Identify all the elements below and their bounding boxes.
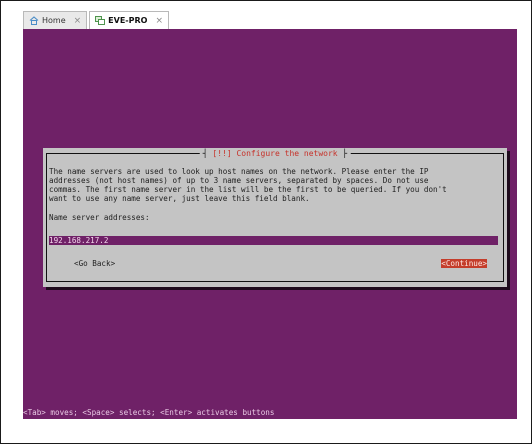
dialog-title-wrap: ┤ [!!] Configure the network ├ — [199, 148, 351, 159]
tab-eve-pro-label: EVE-PRO — [108, 16, 148, 25]
tab-home-label: Home — [42, 16, 66, 25]
viewer-frame: Home × EVE-PRO × ┤ [!!] Configure the ne… — [0, 0, 532, 444]
tab-bar: Home × EVE-PRO × — [23, 9, 517, 29]
help-line: <Tab> moves; <Space> selects; <Enter> ac… — [23, 408, 275, 417]
tab-home[interactable]: Home × — [23, 11, 88, 29]
close-icon[interactable]: × — [155, 16, 163, 26]
dialog-title: [!!] Configure the network — [212, 149, 338, 158]
house-icon — [29, 16, 39, 25]
continue-button[interactable]: <Continue> — [441, 259, 487, 268]
name-server-input[interactable]: 192.168.217.2 — [49, 236, 498, 245]
go-back-button[interactable]: <Go Back> — [74, 259, 115, 268]
close-icon[interactable]: × — [74, 16, 82, 26]
vm-icon — [95, 16, 106, 25]
tab-eve-pro[interactable]: EVE-PRO × — [89, 11, 169, 29]
dialog-description: The name servers are used to look up hos… — [49, 167, 447, 203]
field-label: Name server addresses: — [49, 213, 150, 222]
vm-console-screen[interactable]: ┤ [!!] Configure the network ├ The name … — [23, 29, 517, 419]
configure-network-dialog: ┤ [!!] Configure the network ├ The name … — [43, 148, 507, 287]
